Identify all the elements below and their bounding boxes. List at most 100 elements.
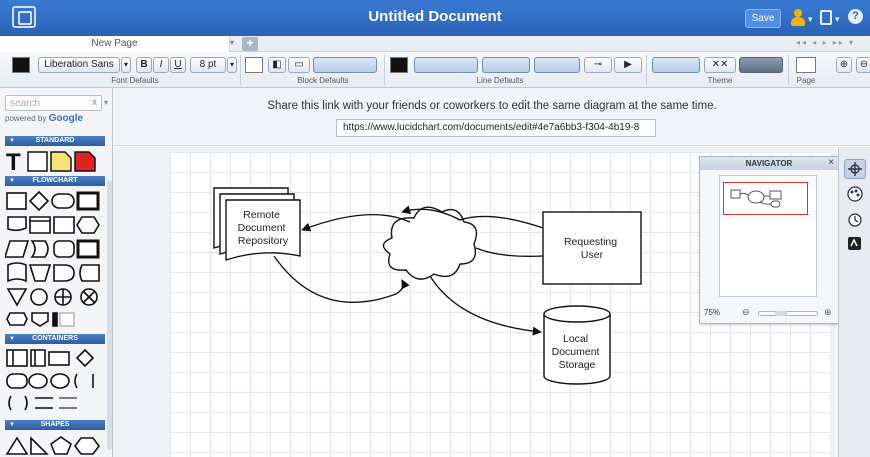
page-settings-button[interactable] [796, 57, 816, 73]
display-shape-icon [79, 264, 100, 282]
right-triangle-shape-icon [30, 436, 49, 455]
font-size-select[interactable]: 8 pt [190, 57, 226, 73]
close-icon[interactable]: × [828, 157, 834, 169]
bold-button[interactable]: B [136, 57, 152, 73]
library-header-standard[interactable]: ▼ STANDARD [5, 136, 105, 146]
bracket-shape-icon [52, 312, 58, 327]
block-border-button[interactable]: ▭ [288, 57, 310, 73]
user-icon[interactable] [790, 9, 806, 27]
storage-label-line-2: Document [552, 346, 600, 358]
off-page-shape-icon [6, 312, 28, 326]
library-header-flowchart[interactable]: ▼ FLOWCHART [5, 176, 105, 186]
brace-container-icon [74, 373, 94, 389]
preparation-shape-icon [76, 216, 100, 234]
flowchart-shapes[interactable] [5, 188, 105, 328]
shape-search-input[interactable]: search x [5, 95, 102, 111]
navigator-toggle-icon[interactable] [844, 159, 866, 179]
italic-button[interactable]: I [153, 57, 169, 73]
line-dash-button[interactable] [482, 57, 530, 73]
theme-palette-icon[interactable] [844, 185, 866, 205]
line-color-swatch[interactable] [390, 57, 408, 73]
connector-user-to-cloud[interactable] [475, 247, 544, 257]
clear-search-icon[interactable]: x [92, 97, 97, 108]
line-end-button[interactable]: ▶ [614, 57, 642, 73]
sidebar-scrollbar[interactable] [107, 180, 112, 450]
theme-color-button[interactable] [739, 57, 783, 73]
chevron-down-icon[interactable]: ▾ [835, 14, 840, 25]
share-banner: Share this link with your friends or cow… [114, 88, 870, 146]
ellipse-container-icon [28, 373, 48, 389]
tab-scroll-arrows[interactable]: ◂◂ ◂ ▸ ▸▸ ▾ [796, 38, 855, 47]
chevron-down-icon[interactable]: ▾ [230, 38, 238, 50]
chevron-down-icon[interactable]: ▾ [104, 98, 108, 107]
swimlane-shape-icon [30, 349, 46, 367]
block-line-style-button[interactable] [313, 57, 377, 73]
block-style-button[interactable]: ◧ [268, 57, 286, 73]
connector-cloud-to-storage[interactable] [429, 275, 542, 336]
storage-label-line-3: Storage [559, 359, 596, 371]
line-style-button[interactable] [414, 57, 478, 73]
font-defaults-label: Font Defaults [111, 76, 159, 85]
lines-container-icon [35, 397, 53, 409]
help-icon[interactable]: ? [848, 9, 863, 24]
card-shape-icon [76, 239, 100, 259]
right-tool-strip [838, 147, 870, 457]
theme-corner-button[interactable] [652, 57, 700, 73]
navigator-title[interactable]: NAVIGATOR [700, 157, 838, 170]
fill-color-swatch[interactable] [245, 57, 263, 73]
font-color-swatch[interactable] [12, 57, 30, 73]
formatting-toolbar: Liberation Sans ▾ B I U 8 pt ▾ Font Defa… [0, 52, 870, 88]
chevron-down-icon[interactable]: ▾ [121, 57, 131, 73]
font-family-select[interactable]: Liberation Sans [38, 57, 120, 73]
chevron-down-icon[interactable]: ▾ [808, 14, 813, 25]
document-title[interactable]: Untitled Document [0, 8, 870, 25]
toolbar-divider [240, 55, 241, 85]
double-lines-container-icon [59, 397, 77, 409]
toolbar-divider [384, 55, 385, 85]
library-header-containers[interactable]: ▼ CONTAINERS [5, 334, 105, 344]
pentagon-shape-icon [50, 436, 72, 455]
tab-new-page[interactable]: New Page [0, 36, 230, 52]
document-icon[interactable] [820, 10, 832, 25]
library-header-shapes[interactable]: ▼ SHAPES [5, 420, 105, 430]
stored-data-shape-icon [30, 240, 49, 258]
share-message: Share this link with your friends or cow… [267, 100, 717, 112]
underline-button[interactable]: U [170, 57, 186, 73]
history-clock-icon[interactable] [844, 211, 866, 231]
note-shape-icon [50, 151, 72, 172]
repository-label-line-1: Remote [243, 209, 280, 221]
share-link-field[interactable]: https://www.lucidchart.com/documents/edi… [336, 119, 656, 137]
hexagon-shape-icon [74, 437, 100, 455]
connector-repository-to-cloud[interactable] [273, 255, 410, 303]
zoom-out-icon[interactable]: ⊖ [856, 57, 870, 73]
theme-label: Theme [707, 76, 733, 85]
block-defaults-label: Block Defaults [297, 76, 349, 85]
theme-shadow-button[interactable]: ✕✕ [704, 57, 736, 73]
text-shape-icon: T [6, 149, 21, 174]
container-shape-icon [48, 351, 70, 366]
chevron-down-icon[interactable]: ▾ [227, 57, 237, 73]
standard-shapes[interactable]: T [5, 148, 105, 174]
manual-operation-shape-icon [28, 264, 52, 282]
library-header-label: CONTAINERS [32, 335, 78, 342]
line-start-button[interactable]: ⊸ [584, 57, 612, 73]
repository-label-line-3: Repository [238, 235, 289, 247]
chat-icon[interactable] [844, 235, 866, 255]
zoom-in-icon[interactable]: ⊕ [824, 307, 832, 318]
basic-shapes[interactable] [5, 432, 105, 456]
zoom-slider-thumb[interactable] [775, 311, 787, 316]
red-note-shape-icon [74, 151, 96, 172]
save-button[interactable]: Save [745, 9, 781, 28]
add-page-button[interactable]: + [242, 37, 258, 51]
navigator-preview[interactable] [719, 175, 817, 297]
rectangle-shape-icon [27, 151, 48, 172]
requesting-user-shape[interactable] [542, 211, 642, 285]
zoom-slider[interactable] [758, 311, 818, 316]
container-shapes[interactable] [5, 346, 105, 416]
toolbar-divider [788, 55, 789, 85]
line-shape-button[interactable] [534, 57, 580, 73]
local-storage-shape[interactable] [543, 305, 611, 385]
triangle-shape-icon [5, 436, 29, 455]
zoom-out-icon[interactable]: ⊖ [742, 307, 750, 318]
zoom-in-icon[interactable]: ⊕ [836, 57, 852, 73]
